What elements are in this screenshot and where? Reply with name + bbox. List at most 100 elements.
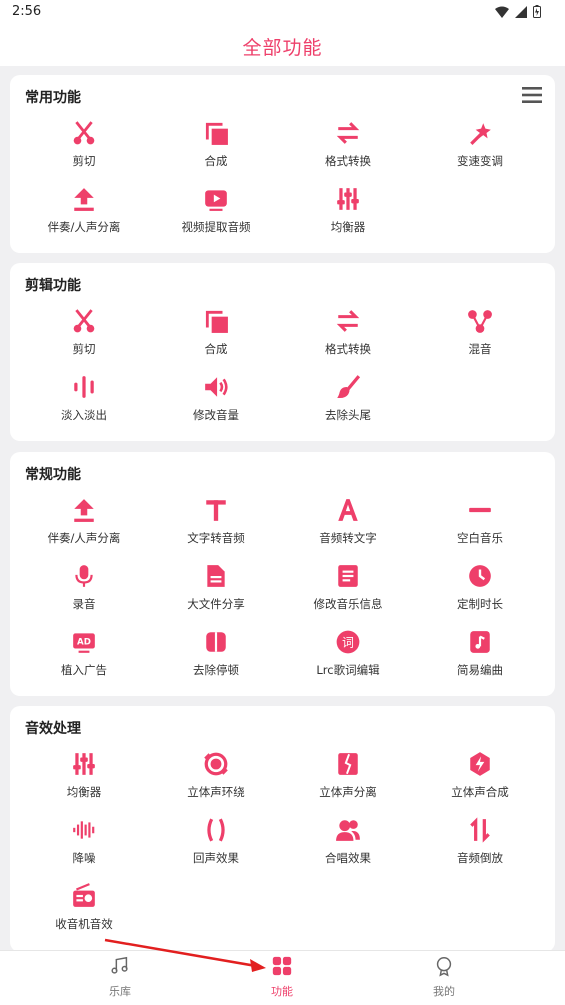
- function-item[interactable]: 词 Lrc歌词编辑: [282, 629, 414, 678]
- status-icons: [495, 5, 541, 18]
- equalizer-icon: [335, 186, 361, 212]
- function-item[interactable]: 立体声环绕: [150, 751, 282, 800]
- function-item[interactable]: 文字转音频: [150, 497, 282, 546]
- function-label: 淡入淡出: [61, 408, 107, 422]
- function-item[interactable]: 音频转文字: [282, 497, 414, 546]
- function-label: 音频转文字: [319, 531, 377, 545]
- bottom-tab-bar: 乐库 功能 我的: [0, 950, 565, 1005]
- status-time: 2:56: [12, 4, 42, 19]
- function-item[interactable]: 定制时长: [414, 563, 546, 612]
- function-item[interactable]: 录音: [18, 563, 150, 612]
- function-item[interactable]: 音频倒放: [414, 817, 546, 866]
- music-sheet-icon: [467, 629, 493, 655]
- function-item[interactable]: 格式转换: [282, 308, 414, 357]
- function-label: 修改音乐信息: [313, 597, 383, 611]
- function-item[interactable]: 淡入淡出: [18, 374, 150, 423]
- function-label: 伴奏/人声分离: [47, 531, 121, 545]
- function-item[interactable]: 立体声合成: [414, 751, 546, 800]
- swap-arrows-icon: [335, 308, 361, 334]
- function-label: 去除停顿: [193, 663, 239, 677]
- function-label: 伴奏/人声分离: [47, 220, 121, 234]
- magic-wand-icon: [467, 120, 493, 146]
- function-item[interactable]: 均衡器: [282, 186, 414, 235]
- menu-icon[interactable]: [521, 85, 543, 105]
- microphone-icon: [71, 563, 97, 589]
- bolt-hexagon-icon: [467, 751, 493, 777]
- function-item[interactable]: 降噪: [18, 817, 150, 866]
- scissors-icon: [71, 120, 97, 146]
- waveform-bars-icon: [71, 374, 97, 400]
- lyrics-icon: 词: [335, 629, 361, 655]
- music-note-icon: [111, 956, 128, 974]
- tab-label: 功能: [271, 985, 293, 998]
- function-item[interactable]: 均衡器: [18, 751, 150, 800]
- battery-icon: [533, 5, 541, 18]
- function-item[interactable]: AD 植入广告: [18, 629, 150, 678]
- function-label: 植入广告: [61, 663, 107, 677]
- tab-library[interactable]: 乐库: [80, 955, 160, 999]
- reverse-arrows-icon: [467, 817, 493, 843]
- brush-icon: [335, 374, 361, 400]
- function-label: 合成: [204, 342, 228, 356]
- swap-arrows-icon: [335, 120, 361, 146]
- merge-icon: [203, 308, 229, 334]
- function-label: 均衡器: [330, 220, 366, 234]
- function-item[interactable]: 去除头尾: [282, 374, 414, 423]
- function-item[interactable]: 修改音乐信息: [282, 563, 414, 612]
- function-item[interactable]: 伴奏/人声分离: [18, 497, 150, 546]
- video-play-icon: [203, 186, 229, 212]
- status-bar: 2:56: [0, 0, 565, 26]
- function-item[interactable]: 去除停顿: [150, 629, 282, 678]
- ad-badge-icon: AD: [71, 629, 97, 655]
- section-card-edit: 剪辑功能 剪切 合成 格式转换 混音淡入淡出 修改音量 去除头尾: [10, 263, 555, 441]
- document-icon: [203, 563, 229, 589]
- function-item[interactable]: 剪切: [18, 120, 150, 169]
- function-item[interactable]: 收音机音效: [18, 883, 150, 932]
- function-item[interactable]: 修改音量: [150, 374, 282, 423]
- function-label: 大文件分享: [187, 597, 245, 611]
- function-label: 立体声合成: [451, 785, 509, 799]
- function-item[interactable]: 简易编曲: [414, 629, 546, 678]
- section-title: 常规功能: [25, 467, 81, 483]
- function-item[interactable]: 合成: [150, 120, 282, 169]
- pause-icon: [203, 629, 229, 655]
- page-title: 全部功能: [242, 36, 323, 59]
- function-item[interactable]: 剪切: [18, 308, 150, 357]
- function-item[interactable]: 伴奏/人声分离: [18, 186, 150, 235]
- function-label: 简易编曲: [457, 663, 503, 677]
- parentheses-icon: [203, 817, 229, 843]
- section-title: 音效处理: [25, 721, 81, 737]
- section-title: 剪辑功能: [25, 278, 81, 294]
- info-list-icon: [335, 563, 361, 589]
- section-title: 常用功能: [25, 90, 81, 106]
- scissors-icon: [71, 308, 97, 334]
- function-item[interactable]: 合成: [150, 308, 282, 357]
- function-label: 剪切: [72, 154, 96, 168]
- radio-icon: [71, 883, 97, 909]
- function-item[interactable]: 格式转换: [282, 120, 414, 169]
- text-a-icon: [335, 497, 361, 523]
- function-item[interactable]: 空白音乐: [414, 497, 546, 546]
- mix-nodes-icon: [467, 308, 493, 334]
- tab-profile[interactable]: 我的: [404, 955, 484, 999]
- function-label: 空白音乐: [457, 531, 503, 545]
- function-label: 剪切: [72, 342, 96, 356]
- function-item[interactable]: 大文件分享: [150, 563, 282, 612]
- function-item[interactable]: 变速变调: [414, 120, 546, 169]
- upload-arrow-icon: [71, 186, 97, 212]
- function-item[interactable]: 视频提取音频: [150, 186, 282, 235]
- function-item[interactable]: 立体声分离: [282, 751, 414, 800]
- minus-icon: [467, 497, 493, 523]
- header: 全部功能: [0, 26, 565, 66]
- section-card-common: 常用功能 剪切 合成 格式转换 变速变调伴奏/人声分离 视频提取音频 均衡器: [10, 75, 555, 253]
- profile-icon: [436, 957, 452, 977]
- function-label: 均衡器: [66, 785, 102, 799]
- function-item[interactable]: 合唱效果: [282, 817, 414, 866]
- tab-label: 乐库: [109, 985, 131, 998]
- tab-functions[interactable]: 功能: [242, 955, 322, 999]
- function-item[interactable]: 回声效果: [150, 817, 282, 866]
- function-label: 降噪: [72, 851, 96, 865]
- section-card-general: 常规功能 伴奏/人声分离 文字转音频 音频转文字 空白音乐录音 大文件分享 修改音乐信息 定…: [10, 452, 555, 696]
- function-label: 文字转音频: [187, 531, 245, 545]
- function-item[interactable]: 混音: [414, 308, 546, 357]
